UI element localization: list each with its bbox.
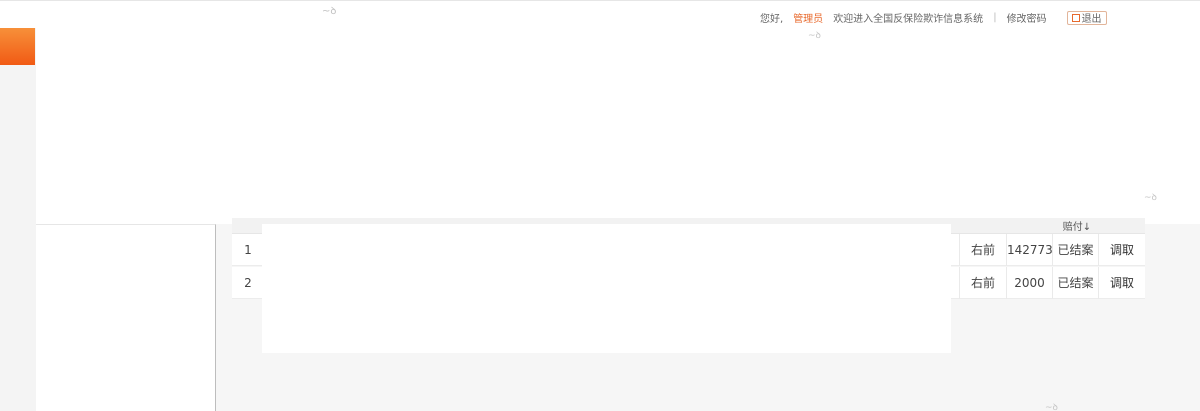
greeting-text: 您好, (760, 14, 784, 25)
topbar-divider: | (993, 12, 997, 23)
cell-status: 已结案 (1053, 234, 1099, 266)
cell-position: 右前 (959, 267, 1007, 299)
content-header-area: ~ꝺ ~ꝺ (36, 28, 1200, 224)
logout-label: 退出 (1081, 14, 1102, 25)
topbar-user-area: 您好, 管理员 欢迎进入全国反保险欺诈信息系统 | 修改密码 退出 (760, 10, 1107, 25)
left-tree-panel (36, 224, 216, 411)
menu-toggle-button[interactable] (0, 28, 35, 65)
change-password-link[interactable]: 修改密码 (1007, 10, 1047, 25)
top-bar: ~ꝺ 您好, 管理员 欢迎进入全国反保险欺诈信息系统 | 修改密码 退出 (0, 0, 1200, 28)
column-header-payout[interactable]: 赔付↓ (1054, 218, 1100, 233)
menu-icon (10, 40, 24, 52)
username-link[interactable]: 管理员 (793, 10, 823, 25)
retrieve-button[interactable]: 调取 (1099, 234, 1145, 266)
logout-icon (1071, 13, 1080, 22)
logout-button[interactable]: 退出 (1066, 10, 1107, 25)
watermark-text: ~ꝺ (322, 6, 337, 17)
watermark-text: ~ꝺ (1144, 193, 1157, 203)
welcome-text: 欢迎进入全国反保险欺诈信息系统 (833, 14, 984, 25)
row-index: 1 (244, 243, 252, 257)
cell-status: 已结案 (1053, 267, 1099, 299)
left-rail (0, 28, 36, 411)
cell-amount: 142773 (1007, 234, 1053, 266)
row-index: 2 (244, 276, 252, 290)
retrieve-button[interactable]: 调取 (1099, 267, 1145, 299)
cell-amount: 2000 (1007, 267, 1053, 299)
overlay-panel (262, 224, 951, 353)
watermark-text: ~ꝺ (808, 31, 821, 41)
watermark-text: ~ꝺ (1045, 403, 1058, 411)
cell-position: 右前 (959, 234, 1007, 266)
